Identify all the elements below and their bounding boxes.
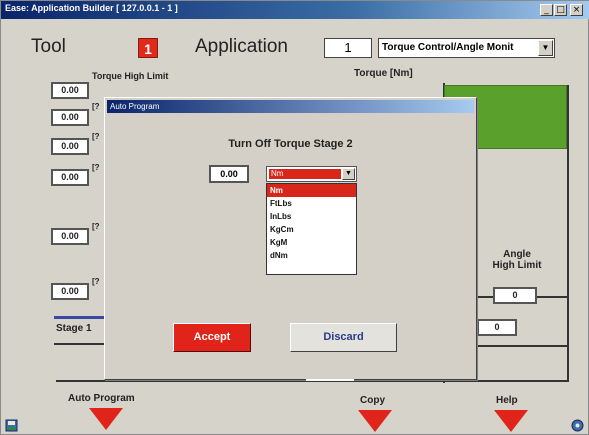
unit-option-dnm[interactable]: dNm (267, 249, 356, 262)
param-unit-6: [? (92, 277, 100, 286)
strategy-select[interactable]: Torque Control/Angle Monit ▼ (378, 38, 555, 58)
maximize-button[interactable]: □ (554, 4, 567, 16)
copy-arrow-icon[interactable] (358, 410, 392, 432)
unit-select[interactable]: Nm ▼ (266, 166, 357, 182)
chevron-down-icon[interactable]: ▼ (342, 168, 355, 180)
param-value-3[interactable]: 0.00 (51, 138, 89, 155)
dialog-shadow-notch (306, 379, 354, 381)
help-label: Help (496, 395, 518, 406)
title-bar[interactable]: Ease: Application Builder [ 127.0.0.1 - … (1, 1, 589, 19)
window-title: Ease: Application Builder [ 127.0.0.1 - … (5, 3, 178, 13)
tool-number-badge[interactable]: 1 (138, 38, 158, 58)
torque-axis-label: Torque [Nm] (354, 68, 413, 79)
auto-program-dialog: Auto Program Turn Off Torque Stage 2 0.0… (104, 97, 477, 380)
angle-value-2[interactable]: 0 (477, 319, 517, 336)
right-axis-line (567, 85, 569, 381)
auto-program-label: Auto Program (68, 393, 135, 404)
help-arrow-icon[interactable] (494, 410, 528, 432)
param-value-4[interactable]: 0.00 (51, 169, 89, 186)
param-unit-2: [? (92, 102, 100, 111)
torque-high-limit-value[interactable]: 0.00 (51, 82, 89, 99)
param-value-2[interactable]: 0.00 (51, 109, 89, 126)
accept-button[interactable]: Accept (173, 323, 251, 352)
close-button[interactable]: × (570, 4, 583, 16)
turn-off-torque-value[interactable]: 0.00 (209, 165, 249, 183)
angle-limit-tick-right (537, 296, 567, 298)
param-unit-4: [? (92, 163, 100, 172)
unit-select-value: Nm (269, 169, 341, 179)
unit-option-kgm[interactable]: KgM (267, 236, 356, 249)
chevron-down-icon[interactable]: ▼ (538, 40, 553, 56)
discard-button[interactable]: Discard (290, 323, 397, 352)
unit-option-ftlbs[interactable]: FtLbs (267, 197, 356, 210)
minimize-button[interactable]: _ (540, 4, 553, 16)
torque-high-limit-label: Torque High Limit (92, 71, 169, 81)
dialog-title[interactable]: Auto Program (107, 100, 474, 113)
copy-label: Copy (360, 395, 385, 406)
unit-dropdown-list: Nm FtLbs InLbs KgCm KgM dNm (266, 183, 357, 275)
param-unit-5: [? (92, 222, 100, 231)
tool-label: Tool (31, 36, 66, 57)
param-value-6[interactable]: 0.00 (51, 283, 89, 300)
application-builder-window: Ease: Application Builder [ 127.0.0.1 - … (0, 0, 589, 435)
angle-baseline (477, 345, 569, 347)
angle-high-limit-label: Angle High Limit (492, 249, 542, 271)
auto-program-arrow-icon[interactable] (89, 408, 123, 430)
save-icon[interactable] (5, 419, 18, 432)
param-unit-3: [? (92, 132, 100, 141)
application-number-field[interactable]: 1 (324, 38, 372, 58)
settings-icon[interactable] (571, 419, 584, 432)
stage-baseline (54, 343, 109, 345)
strategy-select-value: Torque Control/Angle Monit (382, 42, 514, 53)
param-value-5[interactable]: 0.00 (51, 228, 89, 245)
application-label: Application (195, 36, 288, 57)
angle-high-limit-value[interactable]: 0 (493, 287, 537, 304)
stage-indicator-bar (54, 316, 104, 319)
angle-limit-tick-left (477, 296, 493, 298)
unit-option-inlbs[interactable]: InLbs (267, 210, 356, 223)
stage-label: Stage 1 (56, 323, 92, 334)
unit-option-kgcm[interactable]: KgCm (267, 223, 356, 236)
dialog-heading: Turn Off Torque Stage 2 (228, 138, 353, 150)
unit-option-nm[interactable]: Nm (267, 184, 356, 197)
